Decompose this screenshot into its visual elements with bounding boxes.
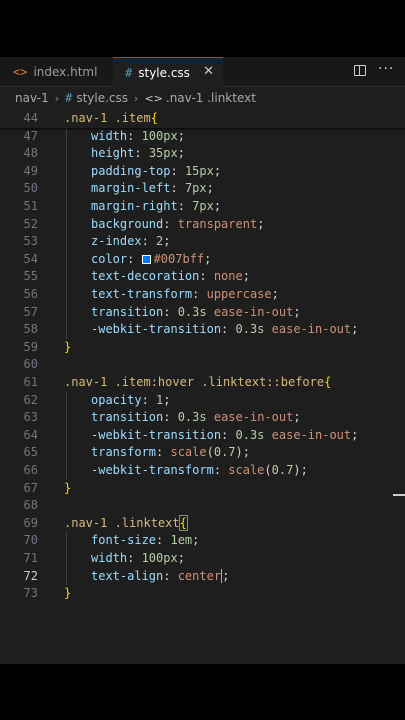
- line-number: 69: [23, 515, 38, 530]
- code-text: transition: 0.3s ease-in-out;: [91, 304, 301, 319]
- breadcrumb-selector[interactable]: .nav-1 .linktext: [166, 91, 256, 105]
- tab-label: style.css: [138, 65, 190, 80]
- line-number: 64: [23, 427, 38, 442]
- tab-index-html[interactable]: <> index.html: [13, 57, 97, 86]
- html-file-icon: <>: [13, 64, 28, 79]
- line-number: 71: [23, 551, 38, 565]
- line-number: 56: [23, 287, 38, 301]
- code-text: -webkit-transition: 0.3s ease-in-out;: [91, 427, 359, 442]
- line-number: 54: [23, 251, 38, 266]
- line-number: 65: [23, 445, 38, 460]
- css-file-icon: #: [125, 65, 133, 80]
- line-number: 57: [23, 304, 38, 319]
- line-number: 48: [23, 146, 38, 161]
- code-text: margin-left: 7px;: [91, 181, 214, 196]
- line-number: 49: [23, 163, 38, 178]
- more-actions-icon[interactable]: ···: [378, 61, 394, 77]
- code-area[interactable]: 44 .nav-1 .item{47 width: 100px; 48 height: …: [0, 110, 405, 650]
- chevron-right-icon: ›: [134, 91, 139, 105]
- indent-guide: [66, 127, 67, 339]
- chevron-right-icon: ›: [54, 91, 60, 105]
- line-number: 66: [23, 463, 38, 477]
- color-swatch-icon[interactable]: [141, 254, 151, 264]
- breadcrumb: nav-1 › # style.css › <> .nav-1 .linktex…: [15, 89, 256, 107]
- line-number: 61: [23, 375, 38, 389]
- line-number: 70: [23, 533, 38, 548]
- close-icon[interactable]: ✕: [203, 64, 214, 79]
- breadcrumb-file[interactable]: style.css: [76, 91, 128, 105]
- code-text: text-align: center;: [91, 568, 230, 583]
- code-text: }: [64, 480, 72, 495]
- css-file-icon: #: [65, 91, 73, 105]
- code-text: font-size: 1em;: [91, 533, 200, 548]
- code-text: transition: 0.3s ease-in-out;: [91, 410, 301, 425]
- line-number: 62: [23, 392, 38, 407]
- breadcrumb-folder[interactable]: nav-1: [15, 91, 49, 105]
- code-text: opacity: 1;: [91, 392, 171, 407]
- split-editor-icon[interactable]: [354, 65, 366, 76]
- indent-guide: [66, 391, 67, 480]
- line-number: 63: [23, 410, 38, 425]
- code-text: }: [64, 339, 72, 354]
- code-editor-window: <> index.html # style.css ✕ ··· nav-1 › …: [0, 57, 405, 664]
- line-number: 60: [23, 357, 38, 372]
- indent-guide: [66, 532, 67, 586]
- code-text: -webkit-transition: 0.3s ease-in-out;: [91, 322, 359, 337]
- code-text: text-transform: uppercase;: [91, 287, 279, 301]
- selector-symbol-icon: <>: [144, 91, 163, 105]
- code-text: }: [64, 586, 72, 601]
- code-text: .nav-1 .item{: [64, 111, 158, 125]
- line-number: 68: [23, 498, 38, 513]
- code-text: height: 35px;: [91, 146, 185, 161]
- code-text: width: 100px;: [91, 551, 185, 565]
- line-number: 58: [23, 322, 38, 337]
- code-text: z-index: 2;: [91, 234, 171, 249]
- scrollbar-cursor-marker[interactable]: [393, 494, 405, 496]
- code-text: transform: scale(0.7);: [91, 445, 250, 460]
- line-number: 50: [23, 181, 38, 196]
- line-number: 51: [23, 199, 38, 213]
- tab-bar: <> index.html # style.css ✕ ···: [0, 57, 405, 87]
- code-text: text-decoration: none;: [91, 269, 250, 284]
- code-text: -webkit-transform: scale(0.7);: [91, 463, 308, 477]
- line-number: 44: [23, 111, 38, 125]
- code-text: margin-right: 7px;: [91, 199, 222, 213]
- line-number: 55: [23, 269, 38, 284]
- tab-label: index.html: [33, 64, 98, 79]
- line-number: 53: [23, 234, 38, 249]
- code-text: padding-top: 15px;: [91, 163, 222, 178]
- sticky-scroll-shadow: [0, 128, 405, 131]
- line-number: 72: [23, 568, 38, 583]
- tab-style-css[interactable]: # style.css ✕: [113, 57, 223, 87]
- code-text: color: #007bff;: [91, 251, 212, 266]
- line-number: 52: [23, 216, 38, 231]
- line-number: 73: [23, 586, 38, 601]
- code-text: background: transparent;: [91, 216, 265, 231]
- code-text: .nav-1 .item:hover .linktext::before{: [64, 375, 332, 389]
- line-number: 67: [23, 480, 38, 495]
- code-text: .nav-1 .linktext{: [64, 514, 188, 531]
- line-number: 59: [23, 339, 38, 354]
